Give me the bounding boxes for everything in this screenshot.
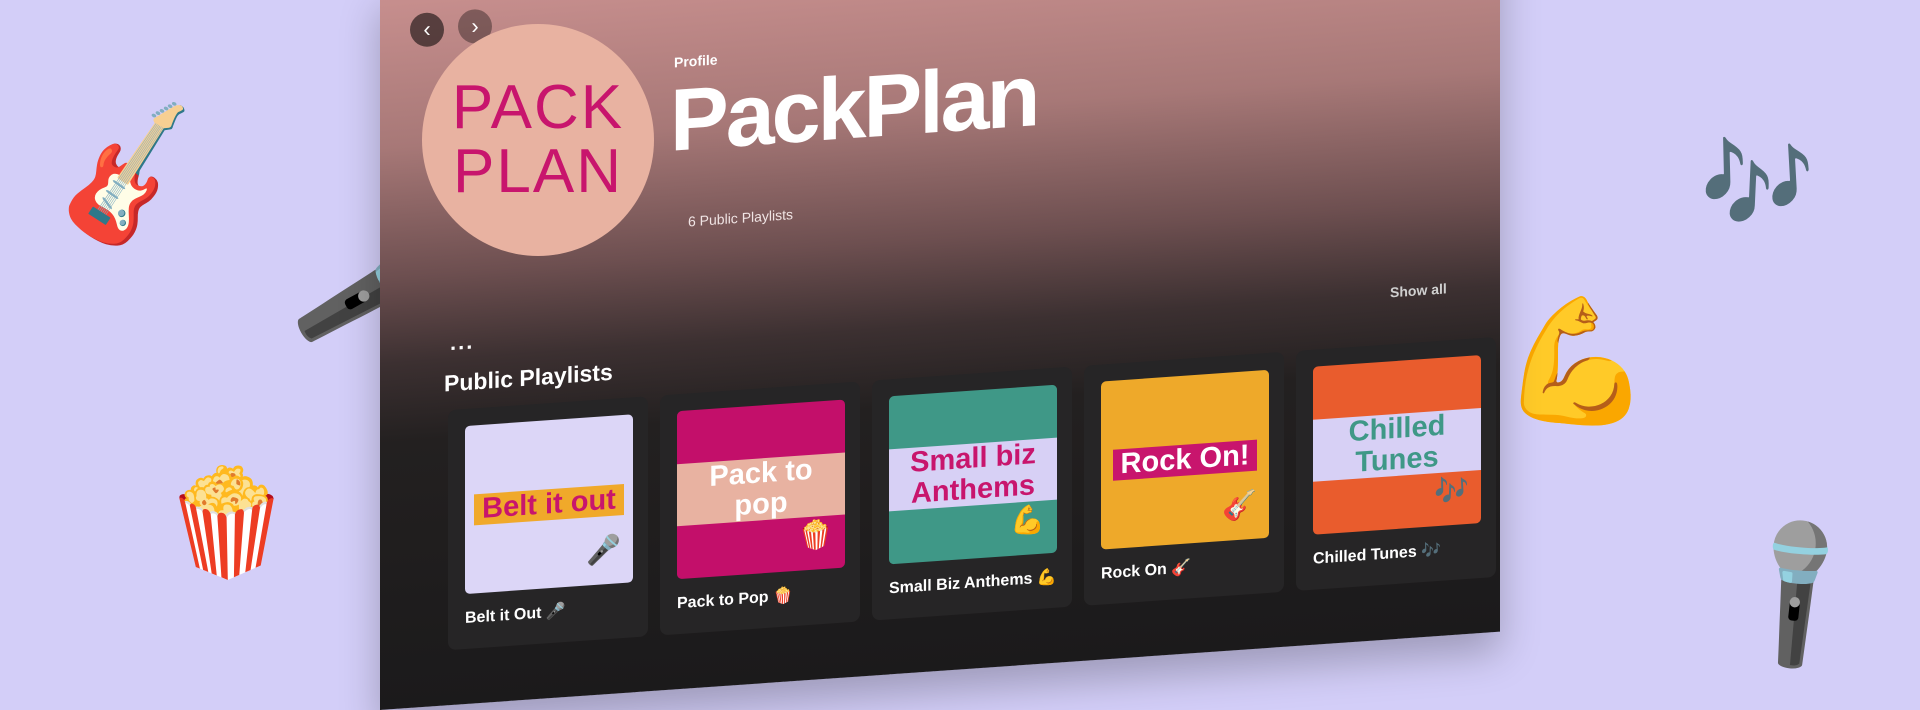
muscle-icon: 💪	[1010, 502, 1045, 538]
music-notes-icon: 🎶	[1434, 472, 1469, 509]
playlist-title[interactable]: Chilled Tunes 🎶	[1313, 537, 1479, 569]
music-notes-sticker-icon: 🎶	[1700, 130, 1814, 237]
more-options-button[interactable]: ...	[450, 328, 474, 356]
cover-title: Chilled Tunes	[1313, 408, 1481, 482]
playlist-cover: Chilled Tunes 🎶	[1313, 355, 1481, 535]
playlist-cover: Rock On! 🎸	[1101, 369, 1269, 550]
public-playlist-count: 6 Public Playlists	[688, 206, 794, 230]
muscle-sticker-icon: 💪	[1500, 290, 1652, 432]
playlist-card[interactable]: Small biz Anthems 💪 Small Biz Anthems 💪	[872, 366, 1072, 621]
cover-title: Pack to pop	[677, 452, 845, 527]
guitar-icon: 🎸	[1222, 487, 1257, 524]
profile-avatar: PACK PLAN	[422, 23, 654, 256]
playlist-title[interactable]: Pack to Pop 🍿	[677, 582, 843, 614]
guitar-sticker-icon: 🎸	[43, 96, 216, 259]
playlist-title[interactable]: Belt it Out 🎤	[465, 596, 631, 628]
playlist-cover: Pack to pop 🍿	[677, 399, 845, 580]
playlist-cover: Belt it out 🎤	[465, 414, 633, 595]
popcorn-sticker-icon: 🍿	[162, 461, 292, 583]
avatar-logo-text: PACK PLAN	[451, 72, 625, 206]
playlist-card[interactable]: Rock On! 🎸 Rock On 🎸	[1084, 351, 1284, 606]
cover-title: Rock On!	[1112, 439, 1258, 481]
chevron-left-icon: ‹	[423, 16, 431, 42]
cover-title: Belt it out	[474, 483, 624, 525]
back-button[interactable]: ‹	[410, 12, 444, 47]
playlist-card[interactable]: Belt it out 🎤 Belt it Out 🎤	[448, 396, 648, 651]
playlist-title[interactable]: Small Biz Anthems 💪	[889, 567, 1057, 599]
section-title: Public Playlists	[444, 358, 613, 397]
chevron-right-icon: ›	[471, 13, 479, 39]
playlist-card[interactable]: Pack to pop 🍿 Pack to Pop 🍿	[660, 381, 860, 636]
microphone-icon: 🎤	[586, 532, 621, 568]
profile-name-title: PackPlan	[670, 45, 1038, 170]
profile-page-window: ‹ › PACK PLAN Profile PackPlan 6 Public P…	[380, 0, 1500, 710]
playlist-cover: Small biz Anthems 💪	[889, 384, 1057, 565]
microphone-sticker-icon: 🎤	[1705, 502, 1889, 685]
playlist-card[interactable]: Chilled Tunes 🎶 Chilled Tunes 🎶	[1296, 336, 1496, 591]
popcorn-icon: 🍿	[798, 517, 833, 553]
cover-title: Small biz Anthems	[889, 437, 1057, 512]
show-all-link[interactable]: Show all	[1390, 280, 1447, 300]
playlist-title[interactable]: Rock On 🎸	[1101, 552, 1267, 584]
